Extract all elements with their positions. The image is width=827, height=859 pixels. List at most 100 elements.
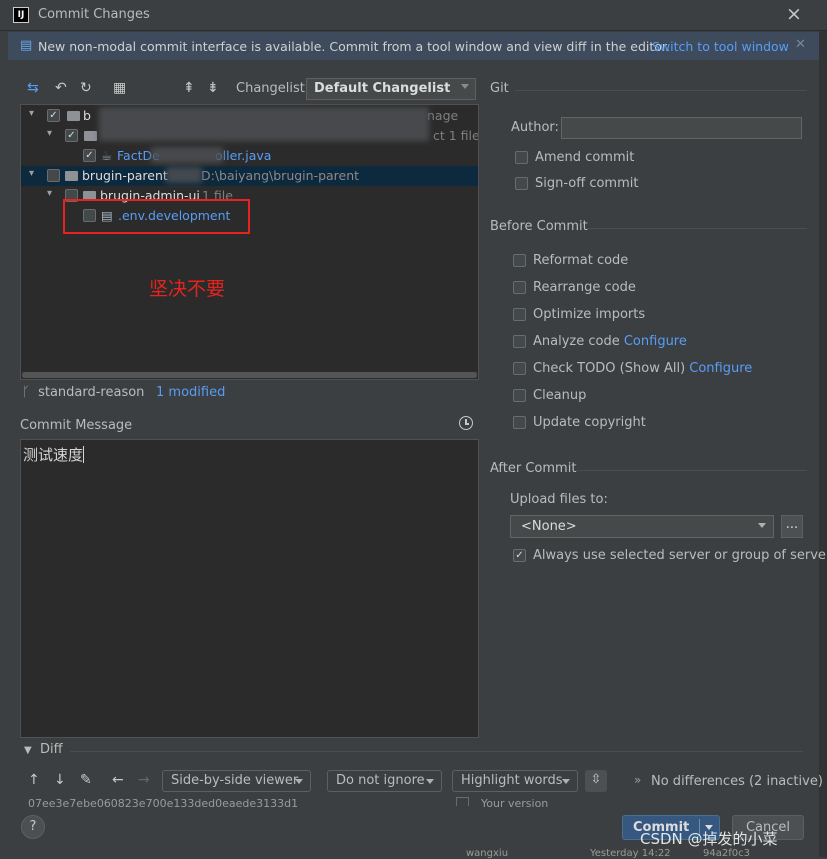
chevron-down-icon bbox=[758, 523, 766, 528]
scrollbar-thumb[interactable] bbox=[22, 372, 477, 378]
todo-configure-link[interactable]: Configure bbox=[689, 361, 752, 376]
section-divider bbox=[587, 228, 807, 229]
cleanup-checkbox[interactable] bbox=[513, 389, 526, 402]
viewer-mode-value: Side-by-side viewer bbox=[171, 773, 299, 788]
background-log-date: Yesterday 14:22 bbox=[590, 848, 671, 859]
banner-message: New non-modal commit interface is availa… bbox=[38, 39, 670, 54]
checkbox[interactable] bbox=[47, 169, 60, 182]
viewer-mode-select[interactable]: Side-by-side viewer bbox=[162, 770, 311, 792]
browse-servers-button[interactable]: ... bbox=[781, 515, 803, 538]
background-log-author: wangxiu bbox=[466, 848, 509, 859]
commit-message-textarea[interactable]: 测试速度 bbox=[20, 439, 479, 738]
after-commit-title: After Commit bbox=[490, 461, 577, 476]
optimize-imports-checkbox[interactable] bbox=[513, 308, 526, 321]
check-todo-text: Check TODO (Show All) bbox=[533, 361, 686, 376]
amend-commit-checkbox[interactable] bbox=[515, 151, 528, 164]
checkbox[interactable]: ✓ bbox=[83, 149, 96, 162]
diff-section-toggle[interactable]: ▼ Diff bbox=[24, 742, 63, 757]
show-diff-icon[interactable]: ⇆ bbox=[27, 80, 39, 96]
arrow-left-icon[interactable]: ← bbox=[112, 772, 124, 788]
chevron-down-icon: ▼ bbox=[24, 745, 32, 756]
update-copyright-checkbox[interactable] bbox=[513, 416, 526, 429]
close-icon[interactable]: × bbox=[786, 3, 802, 25]
arrow-down-icon[interactable]: ↓ bbox=[54, 772, 66, 788]
chevron-down-icon[interactable]: ▾ bbox=[47, 188, 52, 199]
double-chevron-icon[interactable]: » bbox=[634, 773, 641, 787]
help-button[interactable]: ? bbox=[21, 815, 45, 839]
window-title: Commit Changes bbox=[38, 7, 150, 22]
title-bar: IJ Commit Changes × bbox=[0, 0, 827, 31]
checkbox[interactable]: ✓ bbox=[47, 109, 60, 122]
rollback-icon[interactable]: ↶ bbox=[55, 80, 67, 96]
analyze-configure-link[interactable]: Configure bbox=[624, 334, 687, 349]
always-use-server-checkbox[interactable]: ✓ bbox=[513, 549, 526, 562]
csdn-watermark: CSDN @掉发的小菜 bbox=[640, 830, 778, 848]
collapse-unchanged-icon[interactable]: ⇳ bbox=[585, 770, 607, 792]
check-todo-label: Check TODO (Show All) Configure bbox=[533, 361, 752, 376]
switch-to-tool-window-link[interactable]: Switch to tool window bbox=[652, 39, 789, 54]
arrow-up-icon[interactable]: ↑ bbox=[28, 772, 40, 788]
upload-server-value: <None> bbox=[521, 519, 577, 534]
banner-close-icon[interactable]: ✕ bbox=[795, 37, 806, 52]
redaction-blur bbox=[166, 167, 202, 183]
tree-row-path: D:\baiyang\brugin-parent bbox=[201, 168, 360, 183]
chevron-down-icon bbox=[426, 779, 434, 784]
background-log-hash: 94a2f0c3 bbox=[703, 848, 750, 859]
changelist-select[interactable]: Default Changelist bbox=[306, 78, 476, 100]
section-divider bbox=[70, 751, 803, 752]
before-commit-title: Before Commit bbox=[490, 219, 588, 234]
edit-pencil-icon[interactable]: ✎ bbox=[80, 772, 92, 788]
redaction-blur bbox=[99, 107, 429, 141]
tree-row[interactable]: ▾ brugin-parent D:\baiyang\brugin-parent bbox=[21, 166, 478, 186]
analyze-code-checkbox[interactable] bbox=[513, 335, 526, 348]
reformat-code-checkbox[interactable] bbox=[513, 254, 526, 267]
text-caret bbox=[83, 446, 85, 463]
commit-message-label: Commit Message bbox=[20, 418, 133, 433]
upload-server-select[interactable]: <None> bbox=[510, 515, 774, 538]
upload-files-label: Upload files to: bbox=[510, 492, 608, 507]
changes-tree: ▾ ✓ b nage ▾ ✓ ct 1 file ✓ ☕ FactDe olle… bbox=[20, 104, 479, 380]
expand-all-icon[interactable]: ⇞ bbox=[183, 80, 195, 96]
checkbox[interactable]: ✓ bbox=[65, 129, 78, 142]
rearrange-code-checkbox[interactable] bbox=[513, 281, 526, 294]
chevron-down-icon bbox=[562, 779, 570, 784]
section-divider bbox=[577, 470, 807, 471]
author-label: Author: bbox=[511, 120, 559, 135]
no-differences-status: No differences (2 inactive) bbox=[651, 774, 823, 789]
folder-icon bbox=[67, 111, 80, 121]
chevron-down-icon[interactable]: ▾ bbox=[29, 108, 34, 119]
commit-hash: 07ee3e7ebe060823e700e133ded0eaede3133d1 bbox=[28, 797, 299, 810]
signoff-commit-checkbox[interactable] bbox=[515, 177, 528, 190]
highlight-mode-select[interactable]: Highlight words bbox=[452, 770, 578, 792]
ignore-whitespace-select[interactable]: Do not ignore bbox=[327, 770, 442, 792]
tree-row-label: brugin-parent bbox=[82, 168, 168, 183]
commit-history-clock-icon[interactable] bbox=[459, 416, 473, 430]
collapse-all-icon[interactable]: ⇟ bbox=[207, 80, 219, 96]
tree-row[interactable]: ✓ ☕ FactDe oller.java bbox=[21, 146, 478, 166]
reformat-code-label: Reformat code bbox=[533, 253, 629, 268]
chevron-down-icon[interactable]: ▾ bbox=[47, 128, 52, 139]
git-section-title: Git bbox=[490, 81, 509, 96]
checkbox[interactable] bbox=[456, 797, 469, 806]
commit-message-text: 测试速度 bbox=[23, 446, 84, 464]
check-todo-checkbox[interactable] bbox=[513, 362, 526, 375]
branch-label: ᚴ standard-reason bbox=[22, 385, 144, 400]
horizontal-scrollbar[interactable] bbox=[22, 372, 477, 378]
section-divider bbox=[515, 90, 807, 91]
tree-row-suffix: oller.java bbox=[215, 148, 272, 163]
chevron-down-icon[interactable]: ▾ bbox=[29, 168, 34, 179]
background-ide-strip bbox=[819, 30, 827, 857]
branch-icon: ᚴ bbox=[22, 385, 30, 400]
optimize-imports-label: Optimize imports bbox=[533, 307, 646, 322]
group-by-icon[interactable]: ▦ bbox=[113, 80, 126, 96]
arrow-right-icon[interactable]: → bbox=[138, 772, 150, 788]
changelist-value: Default Changelist bbox=[314, 81, 451, 96]
refresh-icon[interactable]: ↻ bbox=[80, 80, 92, 96]
notification-banner: ▤ New non-modal commit interface is avai… bbox=[8, 32, 819, 60]
author-input[interactable] bbox=[561, 117, 802, 139]
your-version-label: Your version bbox=[481, 797, 549, 810]
annotation-text: 坚决不要 bbox=[149, 278, 226, 300]
annotation-highlight-box bbox=[63, 199, 250, 234]
modified-count-link[interactable]: 1 modified bbox=[156, 385, 225, 400]
tree-row-suffix: nage bbox=[427, 108, 459, 123]
